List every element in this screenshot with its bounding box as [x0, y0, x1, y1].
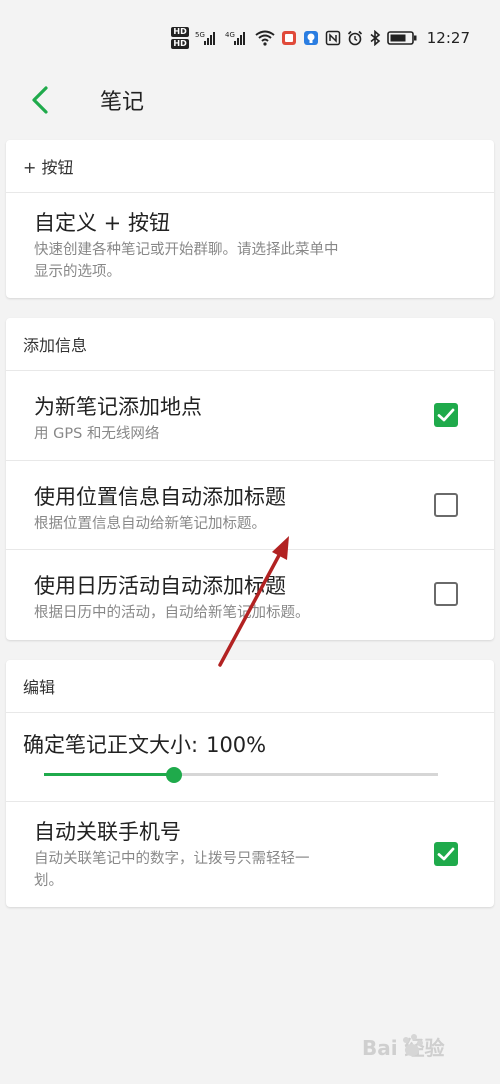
- edit-section-card: 编辑 确定笔记正文大小: 100% 自动关联手机号 自动关联笔记中的数字，让拨号只…: [6, 660, 494, 907]
- auto-link-title: 自动关联手机号: [34, 820, 181, 844]
- add-location-subtitle: 用 GPS 和无线网络: [34, 426, 160, 442]
- button-section-header: + 按钮: [6, 140, 494, 193]
- calendar-title-title: 使用日历活动自动添加标题: [34, 574, 286, 598]
- font-size-label-text: 确定笔记正文大小:: [23, 733, 199, 757]
- auto-link-subtitle-2: 划。: [34, 873, 63, 889]
- app-bar: 笔记: [0, 70, 500, 130]
- baidu-watermark: Bai 经验: [362, 1028, 482, 1072]
- button-section-card: + 按钮 自定义 + 按钮 快速创建各种笔记或开始群聊。请选择此菜单中 显示的选…: [6, 140, 494, 298]
- notification-red-icon: [281, 30, 297, 46]
- checkmark-icon: [437, 847, 455, 861]
- back-button[interactable]: [22, 82, 58, 118]
- auto-link-subtitle-1: 自动关联笔记中的数字，让拨号只需轻轻一: [34, 851, 310, 867]
- bluetooth-icon: [369, 30, 381, 46]
- custom-button-subtitle-1: 快速创建各种笔记或开始群聊。请选择此菜单中: [34, 242, 339, 258]
- status-time: 12:27: [426, 29, 470, 47]
- calendar-title-row[interactable]: 使用日历活动自动添加标题 根据日历中的活动，自动给新笔记加标题。: [6, 550, 494, 640]
- add-location-row[interactable]: 为新笔记添加地点 用 GPS 和无线网络: [6, 371, 494, 461]
- info-section-card: 添加信息 为新笔记添加地点 用 GPS 和无线网络 使用位置信息自动添加标题 根…: [6, 318, 494, 640]
- status-icons: HD HD 5G 4G 12:27: [171, 24, 470, 52]
- custom-button-title: 自定义 + 按钮: [34, 211, 170, 235]
- custom-button-row[interactable]: 自定义 + 按钮 快速创建各种笔记或开始群聊。请选择此菜单中 显示的选项。: [6, 193, 494, 298]
- location-title-checkbox[interactable]: [434, 493, 458, 517]
- calendar-title-subtitle: 根据日历中的活动，自动给新笔记加标题。: [34, 605, 310, 621]
- hd-icon: HD HD: [171, 27, 189, 49]
- hd-label-2: HD: [171, 39, 189, 49]
- nfc-icon: [325, 30, 341, 46]
- notification-blue-icon: [303, 30, 319, 46]
- svg-text:4G: 4G: [225, 31, 235, 39]
- font-size-label: 确定笔记正文大小: 100%: [23, 729, 266, 759]
- edit-section-header: 编辑: [6, 660, 494, 713]
- font-size-row: 确定笔记正文大小: 100%: [6, 713, 494, 802]
- auto-link-checkbox[interactable]: [434, 842, 458, 866]
- custom-button-subtitle-2: 显示的选项。: [34, 264, 121, 280]
- signal-5g-icon: 5G: [195, 30, 219, 46]
- auto-link-row[interactable]: 自动关联手机号 自动关联笔记中的数字，让拨号只需轻轻一 划。: [6, 802, 494, 908]
- location-title-row[interactable]: 使用位置信息自动添加标题 根据位置信息自动给新笔记加标题。: [6, 461, 494, 550]
- svg-text:5G: 5G: [195, 31, 205, 39]
- alarm-icon: [347, 30, 363, 46]
- checkmark-icon: [437, 408, 455, 422]
- calendar-title-checkbox[interactable]: [434, 582, 458, 606]
- chevron-left-icon: [32, 86, 48, 114]
- info-section-header: 添加信息: [6, 318, 494, 371]
- battery-icon: [386, 30, 417, 46]
- add-location-title: 为新笔记添加地点: [34, 395, 202, 419]
- status-bar: HD HD 5G 4G 12:27: [0, 0, 500, 70]
- add-location-checkbox[interactable]: [434, 403, 458, 427]
- baidu-paw-icon: Bai 经验: [362, 1034, 445, 1060]
- hd-label-1: HD: [171, 27, 189, 37]
- page-title: 笔记: [100, 90, 145, 115]
- font-size-slider[interactable]: [44, 767, 438, 783]
- font-size-value: 100%: [206, 733, 267, 757]
- signal-4g-icon: 4G: [225, 30, 249, 46]
- wifi-icon: [255, 30, 275, 46]
- font-size-slider-fill: [44, 773, 175, 776]
- font-size-slider-thumb[interactable]: [166, 767, 183, 783]
- location-title-title: 使用位置信息自动添加标题: [34, 485, 286, 509]
- location-title-subtitle: 根据位置信息自动给新笔记加标题。: [34, 516, 266, 532]
